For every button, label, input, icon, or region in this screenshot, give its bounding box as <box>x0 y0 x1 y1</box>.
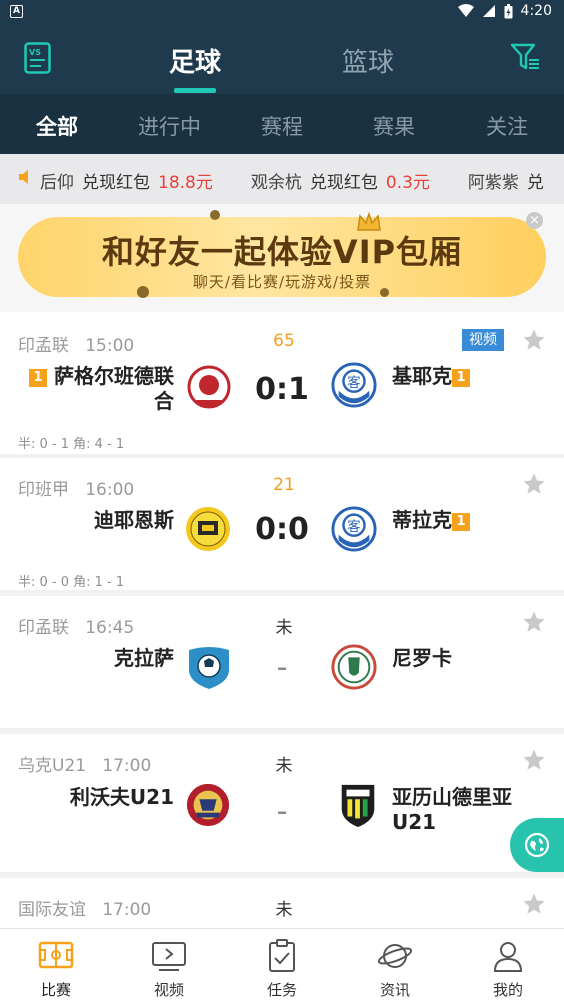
away-team-logo: 客 <box>331 362 377 408</box>
match-score: 0:0 <box>255 512 309 547</box>
half-corner-stats: 半: 0 - 0 角: 1 - 1 <box>18 575 125 590</box>
subtab-all[interactable]: 全部 <box>36 111 78 141</box>
ticker-item: 观余杭 兑现红包 0.3元 <box>250 173 430 193</box>
clock: 4:20 <box>520 3 552 19</box>
match-status: 未 <box>275 618 293 638</box>
notification-icon: A <box>10 5 23 18</box>
crown-icon <box>357 212 381 231</box>
away-team: 基耶克 1 <box>392 364 542 389</box>
ticker-item: 阿紫紫兑 <box>467 173 544 193</box>
away-team-logo <box>341 784 375 828</box>
star-icon[interactable] <box>522 748 546 772</box>
battery-icon <box>504 3 513 18</box>
match-minute: 65 <box>273 331 295 351</box>
nav-video[interactable]: 视频 <box>113 929 225 1002</box>
nav-tasks[interactable]: 任务 <box>226 929 338 1002</box>
nav-matches[interactable]: 比赛 <box>0 929 112 1002</box>
decor-dot <box>380 288 389 297</box>
subtab-schedule[interactable]: 赛程 <box>261 111 303 141</box>
decor-dot <box>210 210 220 220</box>
banner-title: 和好友一起体验VIP包厢 <box>101 233 463 271</box>
home-team: 1 萨格尔班德联合 <box>14 364 174 414</box>
match-score: 0:1 <box>255 372 309 407</box>
decor-dot <box>137 286 149 298</box>
away-team: 蒂拉克 1 <box>392 508 542 533</box>
video-badge[interactable]: 视频 <box>462 329 504 351</box>
away-logo-text: 客 <box>347 374 360 391</box>
ticker-item: 后仰 兑现红包 18.8元 <box>40 173 213 193</box>
vs-document-icon[interactable]: VS <box>24 42 51 74</box>
match-card[interactable]: 印班甲 16:00 21 迪耶恩斯 0:0 客 蒂拉克 1 半: 0 - 0 角:… <box>0 458 564 590</box>
reward-ticker: 后仰 兑现红包 18.8元 观余杭 兑现红包 0.3元 阿紫紫兑 <box>0 154 564 204</box>
league-time: 国际友谊 17:00 <box>18 900 152 920</box>
league-time: 印班甲 16:00 <box>18 480 135 500</box>
banner-subtitle: 聊天/看比赛/玩游戏/投票 <box>192 273 372 291</box>
tab-basketball[interactable]: 篮球 <box>342 42 394 79</box>
subtab-follow[interactable]: 关注 <box>486 111 528 141</box>
league-time: 乌克U21 17:00 <box>18 756 152 776</box>
filter-icon[interactable] <box>510 42 540 72</box>
nav-news[interactable]: 资讯 <box>339 929 451 1002</box>
globe-icon <box>524 832 550 858</box>
away-logo-text: 客 <box>347 518 360 535</box>
star-icon[interactable] <box>522 892 546 916</box>
away-rank-badge: 1 <box>452 513 470 531</box>
away-team-logo <box>331 644 377 690</box>
vip-promo-banner[interactable]: 和好友一起体验VIP包厢 聊天/看比赛/玩游戏/投票 <box>18 217 546 297</box>
active-tab-indicator <box>174 88 216 93</box>
star-icon[interactable] <box>522 472 546 496</box>
league-time: 印孟联 15:00 <box>18 336 135 356</box>
planet-icon <box>377 944 413 968</box>
star-icon[interactable] <box>522 328 546 352</box>
promo-banner-area: 和好友一起体验VIP包厢 聊天/看比赛/玩游戏/投票 <box>0 204 564 312</box>
home-team: 克拉萨 <box>114 646 174 670</box>
match-status: 未 <box>275 756 293 776</box>
home-team: 利沃夫U21 <box>69 785 174 809</box>
task-icon <box>269 939 295 972</box>
match-card[interactable]: 印孟联 15:00 65 视频 1 萨格尔班德联合 0:1 客 基耶克 1 半: … <box>0 312 564 454</box>
tab-football[interactable]: 足球 <box>169 42 221 79</box>
subtab-live[interactable]: 进行中 <box>138 111 201 141</box>
match-card[interactable]: 印孟联 16:45 未 克拉萨 - 尼罗卡 <box>0 596 564 728</box>
match-score: - <box>276 794 288 829</box>
close-banner-button[interactable]: × <box>526 212 543 229</box>
match-card[interactable]: 国际友谊 17:00 未 <box>0 878 564 928</box>
status-bar: A 4:20 <box>0 0 564 24</box>
nav-profile[interactable]: 我的 <box>452 929 564 1002</box>
match-card[interactable]: 乌克U21 17:00 未 利沃夫U21 - 亚历山德里亚U21 <box>0 734 564 872</box>
floating-globe-button[interactable] <box>510 818 564 872</box>
bottom-navigation: 比赛 视频 任务 资讯 我的 <box>0 928 564 1002</box>
home-team-logo <box>187 365 231 409</box>
match-score: - <box>276 650 288 685</box>
filter-tabs: 全部 进行中 赛程 赛果 关注 <box>0 94 564 154</box>
home-team-logo <box>189 647 229 689</box>
away-team-logo: 客 <box>331 506 377 552</box>
away-team: 尼罗卡 <box>392 646 452 670</box>
wifi-icon <box>457 4 474 17</box>
away-rank-badge: 1 <box>452 369 470 387</box>
league-time: 印孟联 16:45 <box>18 618 135 638</box>
home-rank-badge: 1 <box>29 369 48 387</box>
scoreboard-icon <box>38 941 74 969</box>
home-team: 迪耶恩斯 <box>94 508 174 532</box>
speaker-icon <box>19 170 28 184</box>
signal-icon <box>482 5 495 17</box>
subtab-results[interactable]: 赛果 <box>373 111 415 141</box>
svg-text:VS: VS <box>29 48 41 57</box>
video-icon <box>152 942 186 971</box>
match-status: 未 <box>275 900 293 920</box>
home-team-logo <box>186 507 230 551</box>
match-minute: 21 <box>273 475 295 495</box>
home-team-logo <box>186 783 230 827</box>
half-corner-stats: 半: 0 - 1 角: 4 - 1 <box>18 437 125 452</box>
top-header: VS 足球 篮球 <box>0 24 564 94</box>
user-icon <box>493 942 523 972</box>
star-icon[interactable] <box>522 610 546 634</box>
